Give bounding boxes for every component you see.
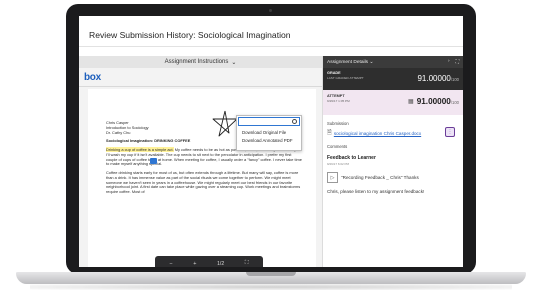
laptop-base [16,272,526,284]
details-title: Assignment Details [327,59,369,65]
feedback-date: 9/29/17 6:02 PM [327,162,350,166]
recording-row: ▷ "Recording Feedback _ Chris" Thanks [323,172,463,183]
submission-file-row: 🗎 sociological imagination Chris Casper.… [323,126,463,138]
feedback-note: Chris, please listen to my assignment fe… [327,189,425,194]
feedback-title: Feedback to Learner [327,155,376,161]
camera-dot [269,9,272,12]
menu-search-box[interactable] [238,117,300,126]
play-icon[interactable]: ▷ [327,172,338,183]
comment-pin-icon[interactable] [150,158,157,164]
grade-value: 91.00000/100 [417,74,459,83]
download-original-option[interactable]: Download Original File [237,127,301,135]
viewer-divider [79,86,322,87]
more-options-button[interactable]: ⋮ [445,127,455,137]
laptop-frame: Review Submission History: Sociological … [66,4,476,274]
grade-summary: GRADE LAST GRADED ATTEMPT 91.00000/100 [323,68,463,90]
paragraph-2: Coffee drinking starts early for most of… [106,170,301,195]
fullscreen-icon[interactable]: ⛶ [245,260,249,267]
document-icon: 🗎 [327,130,332,136]
box-logo: box [84,72,101,83]
download-annotated-option[interactable]: Download Annotated PDF [237,135,301,143]
viewer-toolbar: − + 1/2 ⛶ [155,256,263,267]
attempt-grade-value[interactable]: 91.00000/100 [417,97,459,106]
recording-title: "Recording Feedback _ Chris" Thanks [341,175,419,180]
assignment-details-panel: Assignment Details ⌄ › ⛶ GRADE LAST GRAD… [322,56,463,267]
expand-icon[interactable]: ⛶ [456,59,459,65]
zoom-out-icon[interactable]: − [169,261,172,267]
attempt-summary[interactable]: ATTEMPT 9/29/17 1:05 PM ▦ 91.00000/100 [323,90,463,115]
base-notch [246,272,296,276]
download-menu: Download Original File Download Annotate… [236,115,302,151]
chevron-down-icon: ⌄ [231,59,237,66]
zoom-in-icon[interactable]: + [193,261,196,267]
chevron-down-icon: ⌄ [369,59,374,65]
page-title: Review Submission History: Sociological … [89,30,291,40]
comments-label: Comments [327,144,348,149]
title-divider [79,46,463,47]
laptop-shadow [30,284,512,290]
submission-file-link[interactable]: sociological imagination Chris Casper.do… [334,131,421,136]
page-indicator[interactable]: 1/2 [217,261,224,267]
instructions-panel: Assignment Instructions ⌄ box Chris Casp… [79,56,322,267]
details-header[interactable]: Assignment Details ⌄ › ⛶ [323,56,463,68]
instructions-toggle[interactable]: Assignment Instructions ⌄ [79,56,322,68]
search-icon [292,119,297,124]
instructions-label: Assignment Instructions [164,59,229,65]
next-arrow-icon[interactable]: › [448,59,450,65]
grid-icon[interactable]: ▦ [408,98,414,105]
screen: Review Submission History: Sociological … [79,16,463,267]
